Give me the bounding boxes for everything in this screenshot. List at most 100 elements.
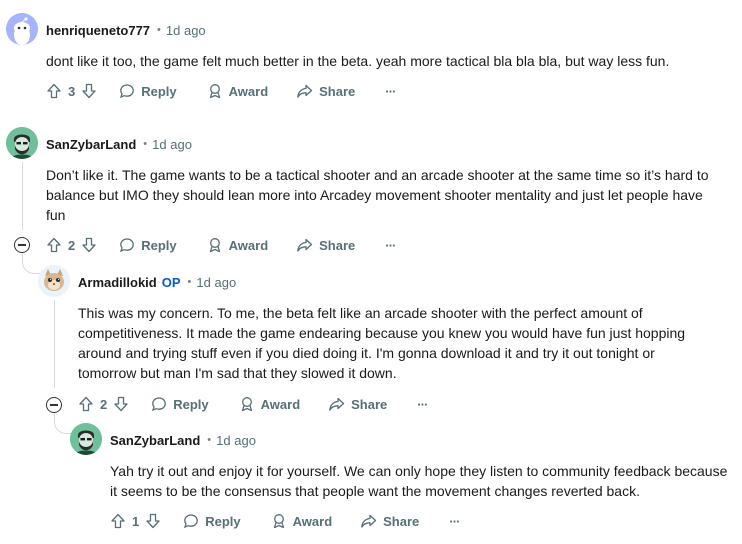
vote-count: 1 — [132, 513, 140, 529]
thread-line — [54, 300, 55, 388]
author-name[interactable]: SanZybarLand — [46, 137, 136, 152]
avatar[interactable] — [70, 423, 102, 455]
share-label: Share — [383, 513, 420, 529]
award-icon — [207, 237, 223, 253]
comment-bubble-icon — [119, 83, 135, 99]
vote-group: 2 — [78, 396, 129, 412]
vote-count: 3 — [68, 83, 76, 99]
award-button[interactable]: Award — [207, 237, 269, 253]
upvote-icon[interactable] — [78, 396, 94, 412]
award-label: Award — [260, 396, 301, 412]
comment-meta: henriqueneto777 • 1d ago — [46, 20, 206, 40]
share-button[interactable]: Share — [296, 237, 355, 253]
comment-text: Yah try it out and enjoy it for yourself… — [110, 463, 728, 499]
comment-actions: 3 Reply Award Share ··· — [46, 79, 396, 103]
share-button[interactable]: Share — [360, 513, 419, 529]
upvote-icon[interactable] — [46, 83, 62, 99]
more-options-icon: ··· — [385, 237, 396, 253]
comment-text: dont like it too, the game felt much bet… — [46, 53, 670, 69]
share-label: Share — [351, 396, 388, 412]
share-icon — [328, 396, 345, 412]
comment-body: Yah try it out and enjoy it for yourself… — [110, 461, 735, 501]
vote-count: 2 — [100, 396, 108, 412]
timestamp[interactable]: 1d ago — [196, 275, 236, 290]
timestamp[interactable]: 1d ago — [152, 137, 192, 152]
share-button[interactable]: Share — [328, 396, 387, 412]
more-options-icon: ··· — [417, 396, 428, 412]
author-name[interactable]: SanZybarLand — [110, 433, 200, 448]
downvote-icon[interactable] — [145, 513, 161, 529]
reply-button[interactable]: Reply — [183, 513, 241, 529]
collapse-thread-button[interactable] — [14, 237, 30, 253]
more-options-button[interactable]: ··· — [385, 237, 396, 253]
author-name[interactable]: henriqueneto777 — [46, 23, 150, 38]
vote-group: 2 — [46, 237, 97, 253]
share-icon — [296, 83, 313, 99]
avatar[interactable] — [6, 13, 38, 45]
comment-text: This was my concern. To me, the beta fel… — [78, 305, 686, 381]
comment-bubble-icon — [183, 513, 199, 529]
author-name[interactable]: Armadillokid — [78, 275, 157, 290]
thread-line — [22, 162, 23, 230]
op-badge: OP — [161, 274, 181, 290]
award-button[interactable]: Award — [207, 83, 269, 99]
comment-actions: 1 Reply Award Share ··· — [110, 509, 460, 533]
more-options-button[interactable]: ··· — [417, 396, 428, 412]
award-label: Award — [228, 237, 269, 253]
reply-button[interactable]: Reply — [119, 83, 177, 99]
separator: • — [157, 24, 161, 36]
user-avatar-icon — [6, 127, 38, 159]
more-options-icon: ··· — [449, 513, 460, 529]
reply-label: Reply — [205, 513, 241, 529]
award-label: Award — [228, 83, 269, 99]
armadillo-avatar-icon — [38, 265, 70, 297]
award-icon — [239, 396, 255, 412]
downvote-icon[interactable] — [113, 396, 129, 412]
share-button[interactable]: Share — [296, 83, 355, 99]
vote-group: 3 — [46, 83, 97, 99]
downvote-icon[interactable] — [81, 83, 97, 99]
award-label: Award — [292, 513, 333, 529]
thread-connector — [54, 412, 73, 434]
more-options-button[interactable]: ··· — [385, 83, 396, 99]
timestamp[interactable]: 1d ago — [166, 23, 206, 38]
comment-meta: Armadillokid OP • 1d ago — [78, 272, 236, 292]
avatar[interactable] — [38, 265, 70, 297]
comment-bubble-icon — [151, 396, 167, 412]
reply-label: Reply — [141, 237, 177, 253]
snoo-avatar-icon — [6, 13, 38, 45]
share-label: Share — [319, 83, 356, 99]
more-options-icon: ··· — [385, 83, 396, 99]
avatar[interactable] — [6, 127, 38, 159]
award-button[interactable]: Award — [271, 513, 333, 529]
comment-text: Don’t like it. The game wants to be a ta… — [46, 167, 709, 223]
collapse-thread-button[interactable] — [46, 397, 62, 413]
more-options-button[interactable]: ··· — [449, 513, 460, 529]
vote-count: 2 — [68, 237, 76, 253]
comment-meta: SanZybarLand • 1d ago — [46, 134, 192, 154]
comment-body: dont like it too, the game felt much bet… — [46, 51, 726, 71]
reply-label: Reply — [173, 396, 209, 412]
award-icon — [271, 513, 287, 529]
downvote-icon[interactable] — [81, 237, 97, 253]
award-button[interactable]: Award — [239, 396, 301, 412]
reply-button[interactable]: Reply — [151, 396, 209, 412]
separator: • — [187, 276, 192, 288]
reply-label: Reply — [141, 83, 177, 99]
share-icon — [360, 513, 377, 529]
reply-button[interactable]: Reply — [119, 237, 177, 253]
comment-meta: SanZybarLand • 1d ago — [110, 430, 256, 450]
separator: • — [143, 138, 148, 150]
share-icon — [296, 237, 313, 253]
user-avatar-icon — [70, 423, 102, 455]
comment-actions: 2 Reply Award Share ··· — [78, 392, 428, 416]
timestamp[interactable]: 1d ago — [216, 433, 256, 448]
comment-bubble-icon — [119, 237, 135, 253]
thread-connector — [22, 252, 41, 274]
comment-actions: 2 Reply Award Share ··· — [46, 233, 396, 257]
upvote-icon[interactable] — [46, 237, 62, 253]
separator: • — [207, 434, 212, 446]
upvote-icon[interactable] — [110, 513, 126, 529]
vote-group: 1 — [110, 513, 161, 529]
share-label: Share — [319, 237, 356, 253]
